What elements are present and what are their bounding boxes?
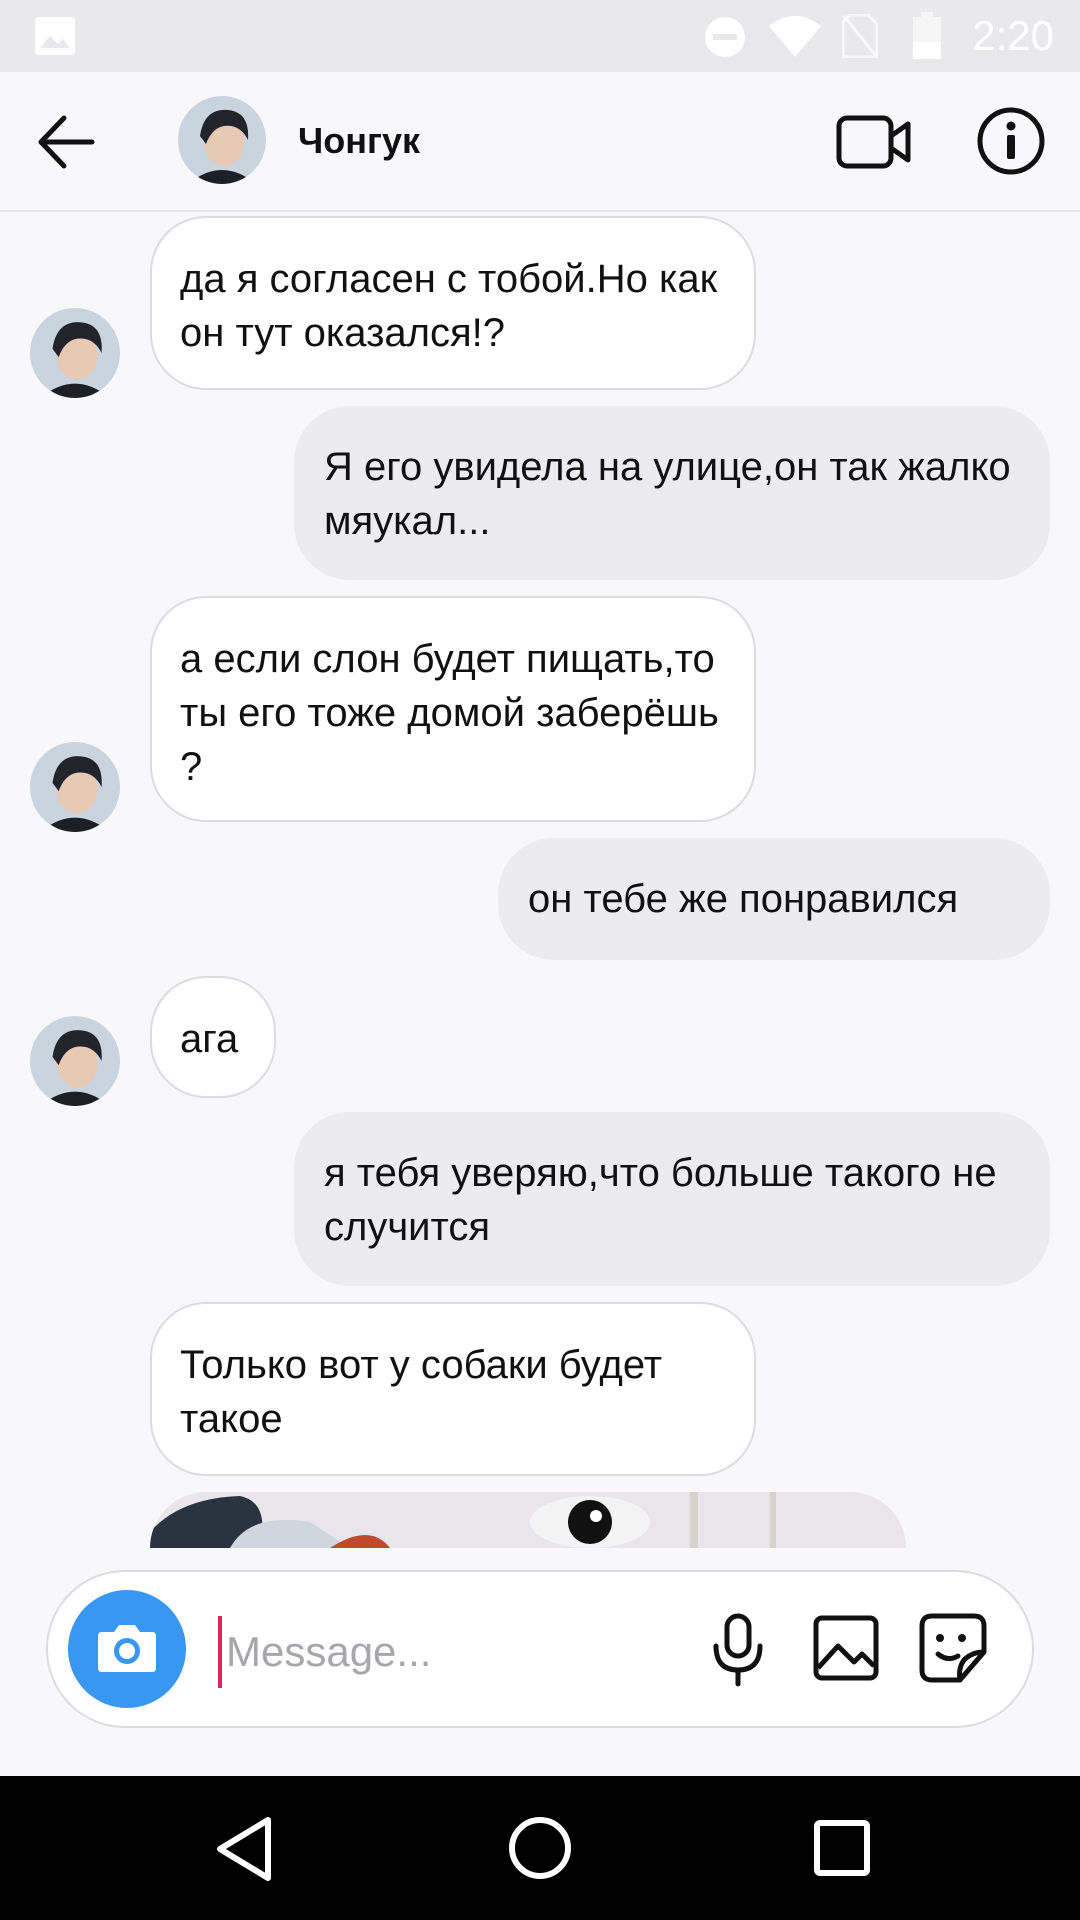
nav-home-icon[interactable] bbox=[508, 1816, 572, 1880]
back-arrow-icon[interactable] bbox=[36, 114, 96, 170]
info-icon[interactable] bbox=[976, 106, 1046, 176]
status-time: 2:20 bbox=[972, 12, 1054, 59]
photo-message[interactable] bbox=[150, 1492, 906, 1548]
wifi-icon bbox=[769, 16, 821, 57]
contact-avatar[interactable] bbox=[178, 96, 266, 184]
sender-avatar[interactable] bbox=[30, 1016, 120, 1106]
chat-header: Чонгук bbox=[0, 72, 1080, 212]
nav-back-icon[interactable] bbox=[214, 1816, 274, 1882]
battery-icon bbox=[913, 12, 941, 59]
message-text: да я согласен с тобой.Но как он тут оказ… bbox=[180, 257, 718, 355]
message-text: а если слон будет пищать,то ты его тоже … bbox=[180, 637, 719, 789]
message-composer bbox=[46, 1570, 1034, 1728]
microphone-icon[interactable] bbox=[708, 1612, 768, 1688]
sender-avatar[interactable] bbox=[30, 742, 120, 832]
message-text: я тебя уверяю,что больше такого не случи… bbox=[324, 1151, 997, 1249]
contact-name[interactable]: Чонгук bbox=[298, 120, 420, 162]
message-input[interactable] bbox=[218, 1616, 698, 1688]
message-text: ага bbox=[180, 1017, 239, 1061]
gallery-icon[interactable] bbox=[812, 1614, 880, 1682]
sticker-icon[interactable] bbox=[918, 1612, 988, 1684]
camera-button[interactable] bbox=[68, 1590, 186, 1708]
message-bubble-outgoing[interactable]: Я его увидела на улице,он так жалко мяук… bbox=[294, 406, 1050, 580]
message-bubble-incoming[interactable]: а если слон будет пищать,то ты его тоже … bbox=[150, 596, 756, 822]
video-call-icon[interactable] bbox=[836, 112, 912, 172]
image-icon bbox=[35, 17, 75, 55]
message-bubble-incoming[interactable]: да я согласен с тобой.Но как он тут оказ… bbox=[150, 216, 756, 390]
camera-icon bbox=[98, 1625, 156, 1672]
message-text: Я его увидела на улице,он так жалко мяук… bbox=[324, 445, 1011, 543]
message-text: Только вот у собаки будет такое bbox=[180, 1343, 663, 1441]
no-sim-icon bbox=[842, 14, 878, 58]
message-text: он тебе же понравился bbox=[528, 877, 959, 921]
sender-avatar[interactable] bbox=[30, 308, 120, 398]
nav-recents-icon[interactable] bbox=[814, 1820, 870, 1876]
system-nav-bar bbox=[0, 1776, 1080, 1920]
message-bubble-incoming[interactable]: ага bbox=[150, 976, 276, 1098]
message-bubble-outgoing[interactable]: я тебя уверяю,что больше такого не случи… bbox=[294, 1112, 1050, 1286]
status-bar: 2:20 bbox=[0, 0, 1080, 72]
message-bubble-incoming[interactable]: Только вот у собаки будет такое bbox=[150, 1302, 756, 1476]
do-not-disturb-icon bbox=[705, 17, 745, 57]
message-bubble-outgoing[interactable]: он тебе же понравился bbox=[498, 838, 1050, 960]
